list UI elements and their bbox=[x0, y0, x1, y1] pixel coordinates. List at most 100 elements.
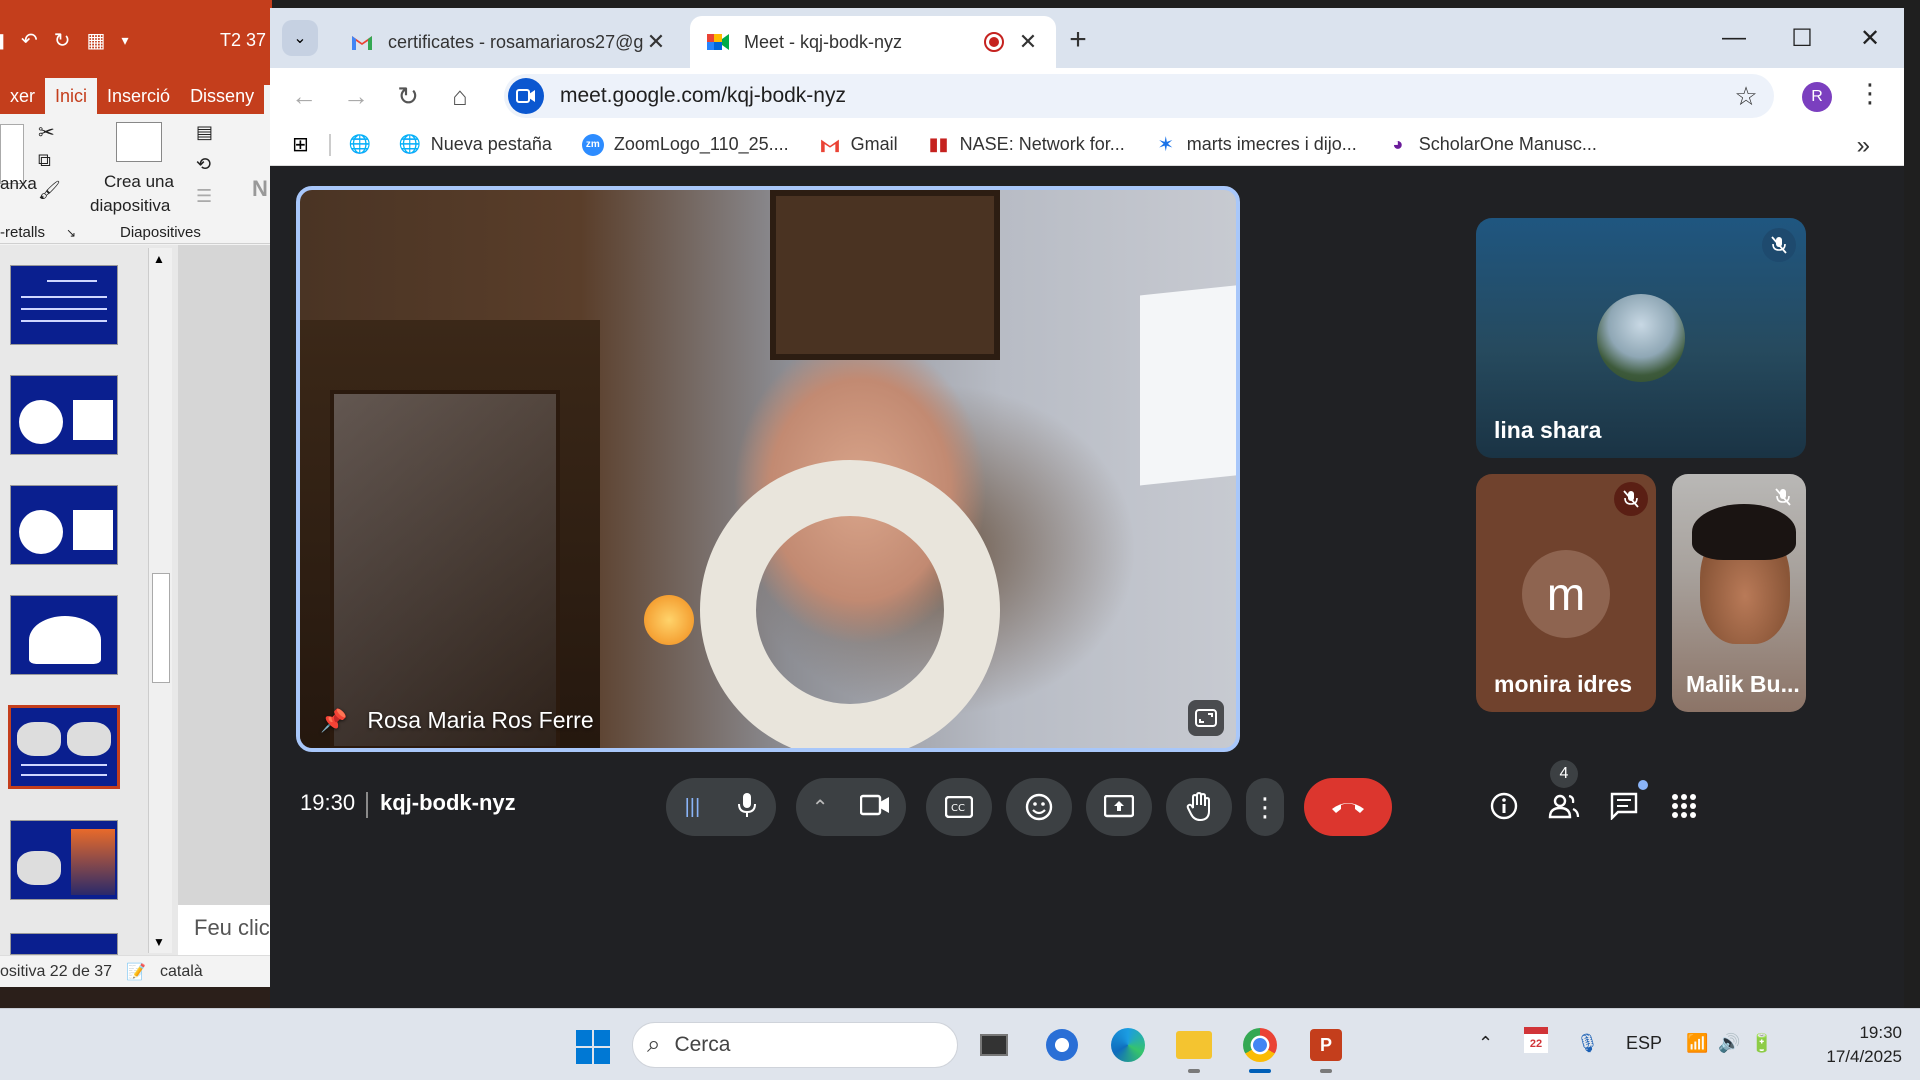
slide-edit-area[interactable] bbox=[178, 245, 272, 955]
raise-hand-button[interactable] bbox=[1166, 778, 1232, 836]
activities-button[interactable] bbox=[1660, 782, 1708, 830]
ppt-title-text: T2 37 bbox=[219, 30, 266, 50]
bookmark-star-icon[interactable]: ☆ bbox=[1726, 81, 1766, 112]
microphone-tray-icon[interactable]: 🎙 bbox=[1576, 1033, 1599, 1054]
home-button[interactable]: ⌂ bbox=[440, 76, 480, 116]
microphone-button[interactable] bbox=[737, 792, 757, 823]
present-screen-button[interactable] bbox=[1086, 778, 1152, 836]
new-slide-label-1[interactable]: Crea una bbox=[104, 172, 174, 192]
slide-thumbnail[interactable] bbox=[10, 933, 118, 955]
tab-meet[interactable]: Meet - kqj-bodk-nyz ✕ bbox=[690, 16, 1056, 68]
profile-avatar[interactable]: R bbox=[1802, 82, 1832, 112]
new-tab-button[interactable]: + bbox=[1056, 18, 1100, 62]
tab-gmail[interactable]: certificates - rosamariaros27@gmail.com … bbox=[334, 16, 684, 68]
bookmark-zoomlogo[interactable]: zm ZoomLogo_110_25.... bbox=[581, 133, 789, 156]
slide-thumbnail[interactable] bbox=[10, 375, 118, 455]
show-hidden-icons-button[interactable]: ⌃ bbox=[1478, 1033, 1493, 1054]
redo-icon[interactable]: ↻ bbox=[54, 28, 71, 53]
taskbar-app-copilot[interactable] bbox=[1042, 1025, 1082, 1065]
captions-button[interactable]: CC bbox=[926, 778, 992, 836]
slide-thumbnail-selected[interactable] bbox=[8, 705, 120, 789]
save-icon[interactable]: ▮ bbox=[0, 28, 5, 53]
pin-icon[interactable]: 📌 bbox=[320, 708, 347, 734]
new-slide-label-2[interactable]: diapositiva bbox=[90, 196, 170, 216]
taskbar-app-file-explorer[interactable] bbox=[1174, 1025, 1214, 1073]
new-slide-icon[interactable] bbox=[116, 122, 162, 162]
site-info-icon[interactable] bbox=[508, 78, 544, 114]
reset-icon[interactable]: ⟲ bbox=[196, 154, 211, 175]
participant-tile-malik[interactable]: Malik Bu... bbox=[1672, 474, 1806, 712]
apps-grid-icon[interactable]: ⊞ bbox=[292, 132, 309, 157]
recording-indicator-icon bbox=[984, 32, 1004, 52]
scroll-down-icon[interactable]: ▼ bbox=[153, 935, 165, 949]
maximize-button[interactable]: ☐ bbox=[1768, 8, 1836, 68]
reload-button[interactable]: ↻ bbox=[388, 76, 428, 116]
thumbnail-scrollbar[interactable]: ▲ ▼ bbox=[148, 248, 172, 953]
scroll-up-icon[interactable]: ▲ bbox=[153, 252, 165, 266]
ppt-tab-design[interactable]: Disseny bbox=[180, 78, 265, 114]
undo-icon[interactable]: ↶ bbox=[21, 28, 38, 53]
layout-icon[interactable]: ▤ bbox=[196, 122, 213, 143]
customize-qat-icon[interactable]: ▾ bbox=[121, 32, 128, 49]
bookmark-gmail[interactable]: Gmail bbox=[819, 134, 898, 156]
format-painter-icon[interactable]: 🖌 bbox=[38, 180, 61, 201]
language-status[interactable]: català bbox=[160, 963, 203, 981]
more-bookmarks-icon[interactable]: » bbox=[1857, 132, 1870, 160]
taskbar-clock[interactable]: 19:30 17/4/2025 bbox=[1826, 1021, 1902, 1069]
start-button[interactable] bbox=[575, 1029, 611, 1065]
dialog-launcher-icon[interactable]: ↘ bbox=[66, 226, 76, 240]
camera-options-chevron-icon[interactable]: ⌃ bbox=[812, 795, 829, 820]
accessibility-icon[interactable]: 📝 bbox=[126, 962, 146, 982]
ppt-tab-insert[interactable]: Inserció bbox=[97, 78, 181, 114]
url-text[interactable]: meet.google.com/kqj-bodk-nyz bbox=[560, 84, 1726, 108]
ppt-tab-home[interactable]: Inici bbox=[45, 78, 98, 114]
cut-icon[interactable]: ✂ bbox=[38, 120, 55, 145]
ppt-tab-file[interactable]: xer bbox=[0, 78, 46, 114]
main-video-tile[interactable]: 📌 Rosa Maria Ros Ferre bbox=[296, 186, 1240, 752]
bookmark-nase[interactable]: ▮▮ NASE: Network for... bbox=[928, 134, 1125, 156]
browser-menu-icon[interactable]: ⋮ bbox=[1856, 78, 1884, 114]
close-window-button[interactable]: ✕ bbox=[1836, 8, 1904, 68]
network-volume-battery[interactable]: 📶 🔊 🔋 bbox=[1686, 1033, 1773, 1054]
taskbar-search[interactable]: ⌕ Cerca bbox=[632, 1022, 958, 1068]
camera-button[interactable] bbox=[859, 794, 890, 821]
bookmark-item[interactable]: 🌐 bbox=[349, 134, 381, 156]
notes-pane[interactable]: Feu clic bbox=[178, 905, 272, 955]
ppt-statusbar: ositiva 22 de 37 📝 català bbox=[0, 955, 272, 987]
taskbar-app-powerpoint[interactable]: P bbox=[1306, 1025, 1346, 1073]
bookmark-nueva-pestana[interactable]: 🌐 Nueva pestaña bbox=[399, 134, 552, 156]
minimize-button[interactable]: — bbox=[1700, 8, 1768, 68]
bookmark-marts[interactable]: ✶ marts imecres i dijo... bbox=[1155, 134, 1356, 156]
bookmark-scholarone[interactable]: ◕ ScholarOne Manusc... bbox=[1387, 134, 1597, 156]
taskbar-app-edge[interactable] bbox=[1108, 1025, 1148, 1065]
close-tab-icon[interactable]: ✕ bbox=[1016, 29, 1040, 55]
people-button[interactable] bbox=[1540, 782, 1588, 830]
paste-label[interactable]: anxa bbox=[0, 174, 37, 194]
section-icon[interactable]: ☰ bbox=[196, 186, 212, 207]
meeting-details-button[interactable] bbox=[1480, 782, 1528, 830]
bookmarks-bar: ⊞ 🌐 🌐 Nueva pestaña zm ZoomLogo_110_25..… bbox=[270, 124, 1904, 166]
taskbar-task-view[interactable] bbox=[974, 1025, 1014, 1065]
address-bar[interactable]: meet.google.com/kqj-bodk-nyz ☆ bbox=[504, 74, 1774, 118]
taskbar-app-chrome[interactable] bbox=[1240, 1025, 1280, 1073]
reactions-button[interactable] bbox=[1006, 778, 1072, 836]
copy-icon[interactable]: ⧉ bbox=[38, 150, 51, 171]
main-participant-name: Rosa Maria Ros Ferre bbox=[367, 707, 594, 733]
present-icon[interactable]: ▦ bbox=[87, 28, 106, 53]
slide-thumbnail[interactable] bbox=[10, 595, 118, 675]
slide-thumbnail[interactable] bbox=[10, 265, 118, 345]
back-button[interactable]: ← bbox=[284, 76, 324, 116]
participant-tile-lina[interactable]: lina shara bbox=[1476, 218, 1806, 458]
fullscreen-button[interactable] bbox=[1188, 700, 1224, 736]
slide-thumbnail[interactable] bbox=[10, 485, 118, 565]
input-language[interactable]: ESP bbox=[1626, 1033, 1662, 1054]
close-tab-icon[interactable]: ✕ bbox=[644, 29, 668, 55]
participant-tile-monira[interactable]: m monira idres bbox=[1476, 474, 1656, 712]
tab-search-button[interactable]: ⌄ bbox=[282, 20, 318, 56]
calendar-tray-app[interactable]: 22 bbox=[1524, 1027, 1548, 1053]
more-options-button[interactable]: ⋮ bbox=[1246, 778, 1284, 836]
leave-call-button[interactable] bbox=[1304, 778, 1392, 836]
slide-thumbnail[interactable] bbox=[10, 820, 118, 900]
scrollbar-thumb[interactable] bbox=[152, 573, 170, 683]
forward-button[interactable]: → bbox=[336, 76, 376, 116]
